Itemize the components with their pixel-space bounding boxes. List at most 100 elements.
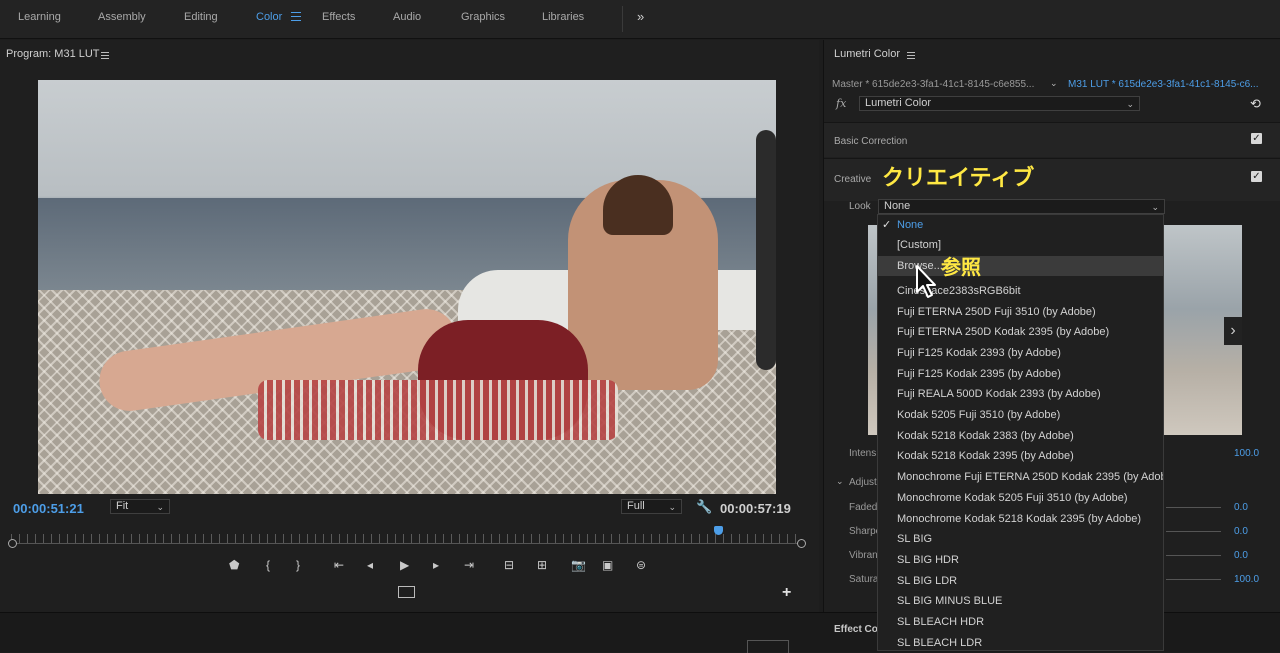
- go-to-out-icon[interactable]: ⇥: [464, 558, 474, 572]
- reset-icon[interactable]: ⟲: [1250, 96, 1261, 112]
- chevron-down-icon[interactable]: ⌄: [1050, 78, 1058, 89]
- tab-libraries[interactable]: Libraries: [542, 11, 584, 23]
- chevron-down-icon[interactable]: ⌄: [836, 476, 844, 487]
- chevron-down-icon: ⌄: [668, 502, 676, 512]
- look-option[interactable]: Kodak 5218 Kodak 2383 (by Adobe): [878, 426, 1163, 446]
- option-label: None: [897, 219, 924, 231]
- chevron-down-icon: ⌄: [1126, 99, 1134, 109]
- sharpen-value[interactable]: 0.0: [1234, 526, 1248, 537]
- wrench-icon[interactable]: 🔧: [696, 499, 712, 515]
- panel-menu-icon[interactable]: [101, 50, 109, 61]
- resolution-value: Full: [627, 500, 645, 512]
- look-option[interactable]: Fuji ETERNA 250D Kodak 2395 (by Adobe): [878, 322, 1163, 342]
- look-option[interactable]: Kodak 5218 Kodak 2395 (by Adobe): [878, 446, 1163, 466]
- overwrite-icon[interactable]: ⊞: [537, 558, 547, 572]
- tab-effects[interactable]: Effects: [322, 11, 355, 23]
- master-clip-tab[interactable]: Master * 615de2e3-3fa1-41c1-8145-c6e855.…: [832, 79, 1034, 90]
- play-icon[interactable]: ▶: [400, 558, 409, 572]
- look-option[interactable]: Monochrome Kodak 5205 Fuji 3510 (by Adob…: [878, 488, 1163, 508]
- adjustments-label: Adjust: [849, 477, 877, 488]
- proxy-toggle-icon[interactable]: ⊜: [636, 558, 646, 572]
- basic-correction-section[interactable]: Basic Correction ✓: [824, 122, 1280, 157]
- tab-color[interactable]: Color: [256, 11, 282, 23]
- video-towel: [258, 380, 618, 440]
- faded-film-value[interactable]: 0.0: [1234, 502, 1248, 513]
- vibrance-value[interactable]: 0.0: [1234, 550, 1248, 561]
- look-option[interactable]: Fuji ETERNA 250D Fuji 3510 (by Adobe): [878, 302, 1163, 322]
- zoom-select[interactable]: Fit ⌄: [110, 499, 170, 514]
- tab-editing[interactable]: Editing: [184, 11, 218, 23]
- vibrance-slider[interactable]: [1166, 555, 1221, 556]
- tab-graphics[interactable]: Graphics: [461, 11, 505, 23]
- step-back-icon[interactable]: ◂: [367, 558, 373, 572]
- current-clip-tab[interactable]: M31 LUT * 615de2e3-3fa1-41c1-8145-c6...: [1068, 79, 1259, 90]
- add-button[interactable]: +: [782, 584, 791, 602]
- look-option[interactable]: Monochrome Fuji ETERNA 250D Kodak 2395 (…: [878, 467, 1163, 487]
- insert-icon[interactable]: ⊟: [504, 558, 514, 572]
- video-frame: [38, 80, 776, 494]
- audio-meter: [747, 640, 789, 653]
- program-monitor: Program: M31 LUT 00:00:51:21 Fit ⌄ Full ⌄ …: [0, 40, 819, 612]
- look-option-custom[interactable]: [Custom]: [878, 235, 1163, 255]
- chevron-right-icon[interactable]: ›: [1224, 317, 1242, 345]
- effect-controls-tab[interactable]: Effect Co: [834, 624, 878, 635]
- look-option[interactable]: SL BIG LDR: [878, 571, 1163, 591]
- export-frame-icon[interactable]: 📷: [571, 558, 586, 572]
- divider: [622, 6, 623, 32]
- panel-menu-icon[interactable]: [907, 50, 915, 61]
- saturation-value[interactable]: 100.0: [1234, 574, 1259, 585]
- lumetri-title[interactable]: Lumetri Color: [834, 48, 900, 60]
- scrub-bar[interactable]: [11, 543, 803, 544]
- scrub-start-handle[interactable]: [8, 539, 17, 548]
- effect-select[interactable]: Lumetri Color ⌄: [859, 96, 1140, 111]
- look-option-none[interactable]: ✓ None: [878, 215, 1163, 235]
- marker-icon[interactable]: ⬟: [229, 558, 239, 572]
- video-rigging: [756, 130, 776, 370]
- vibrance-label: Vibran: [849, 550, 878, 561]
- look-option[interactable]: Fuji F125 Kodak 2393 (by Adobe): [878, 343, 1163, 363]
- fx-icon[interactable]: fx: [836, 97, 846, 110]
- basic-correction-checkbox[interactable]: ✓: [1251, 133, 1262, 144]
- current-timecode[interactable]: 00:00:51:21: [13, 501, 84, 516]
- chevron-down-icon: ⌄: [1151, 202, 1159, 212]
- program-title[interactable]: Program: M31 LUT: [6, 48, 100, 60]
- resolution-select[interactable]: Full ⌄: [621, 499, 682, 514]
- saturation-label: Satura: [849, 574, 879, 585]
- checkmark-icon: ✓: [882, 219, 892, 231]
- tab-audio[interactable]: Audio: [393, 11, 421, 23]
- chevron-down-icon: ⌄: [156, 502, 164, 512]
- faded-film-label: Faded: [849, 502, 878, 513]
- look-option[interactable]: SL BIG HDR: [878, 550, 1163, 570]
- out-point-icon[interactable]: }: [296, 558, 300, 572]
- intensity-value[interactable]: 100.0: [1234, 448, 1259, 459]
- safe-margins-icon[interactable]: [398, 586, 415, 598]
- sharpen-slider[interactable]: [1166, 531, 1221, 532]
- playhead[interactable]: [713, 526, 723, 535]
- look-option[interactable]: Fuji REALA 500D Kodak 2393 (by Adobe): [878, 384, 1163, 404]
- tab-learning[interactable]: Learning: [18, 11, 61, 23]
- look-option[interactable]: SL BIG: [878, 529, 1163, 549]
- faded-film-slider[interactable]: [1166, 507, 1221, 508]
- step-forward-icon[interactable]: ▸: [433, 558, 439, 572]
- look-option[interactable]: Kodak 5205 Fuji 3510 (by Adobe): [878, 405, 1163, 425]
- workspace-menu-icon[interactable]: [291, 9, 301, 24]
- effect-value: Lumetri Color: [865, 97, 932, 109]
- duration-timecode: 00:00:57:19: [720, 501, 791, 516]
- look-option[interactable]: SL BLEACH LDR: [878, 633, 1163, 650]
- look-option[interactable]: SL BLEACH HDR: [878, 612, 1163, 632]
- more-workspaces-icon[interactable]: »: [637, 9, 644, 24]
- creative-caption: クリエイティブ: [882, 165, 1035, 190]
- zoom-value: Fit: [116, 500, 129, 512]
- comparison-view-icon[interactable]: ▣: [602, 558, 613, 572]
- look-select[interactable]: None ⌄: [878, 199, 1165, 214]
- in-point-icon[interactable]: {: [266, 558, 270, 572]
- look-option[interactable]: Fuji F125 Kodak 2395 (by Adobe): [878, 364, 1163, 384]
- go-to-in-icon[interactable]: ⇤: [334, 558, 344, 572]
- mouse-cursor-icon: [916, 265, 936, 298]
- scrub-end-handle[interactable]: [797, 539, 806, 548]
- saturation-slider[interactable]: [1166, 579, 1221, 580]
- tab-assembly[interactable]: Assembly: [98, 11, 146, 23]
- look-option[interactable]: SL BIG MINUS BLUE: [878, 591, 1163, 611]
- look-option[interactable]: Monochrome Kodak 5218 Kodak 2395 (by Ado…: [878, 509, 1163, 529]
- creative-checkbox[interactable]: ✓: [1251, 171, 1262, 182]
